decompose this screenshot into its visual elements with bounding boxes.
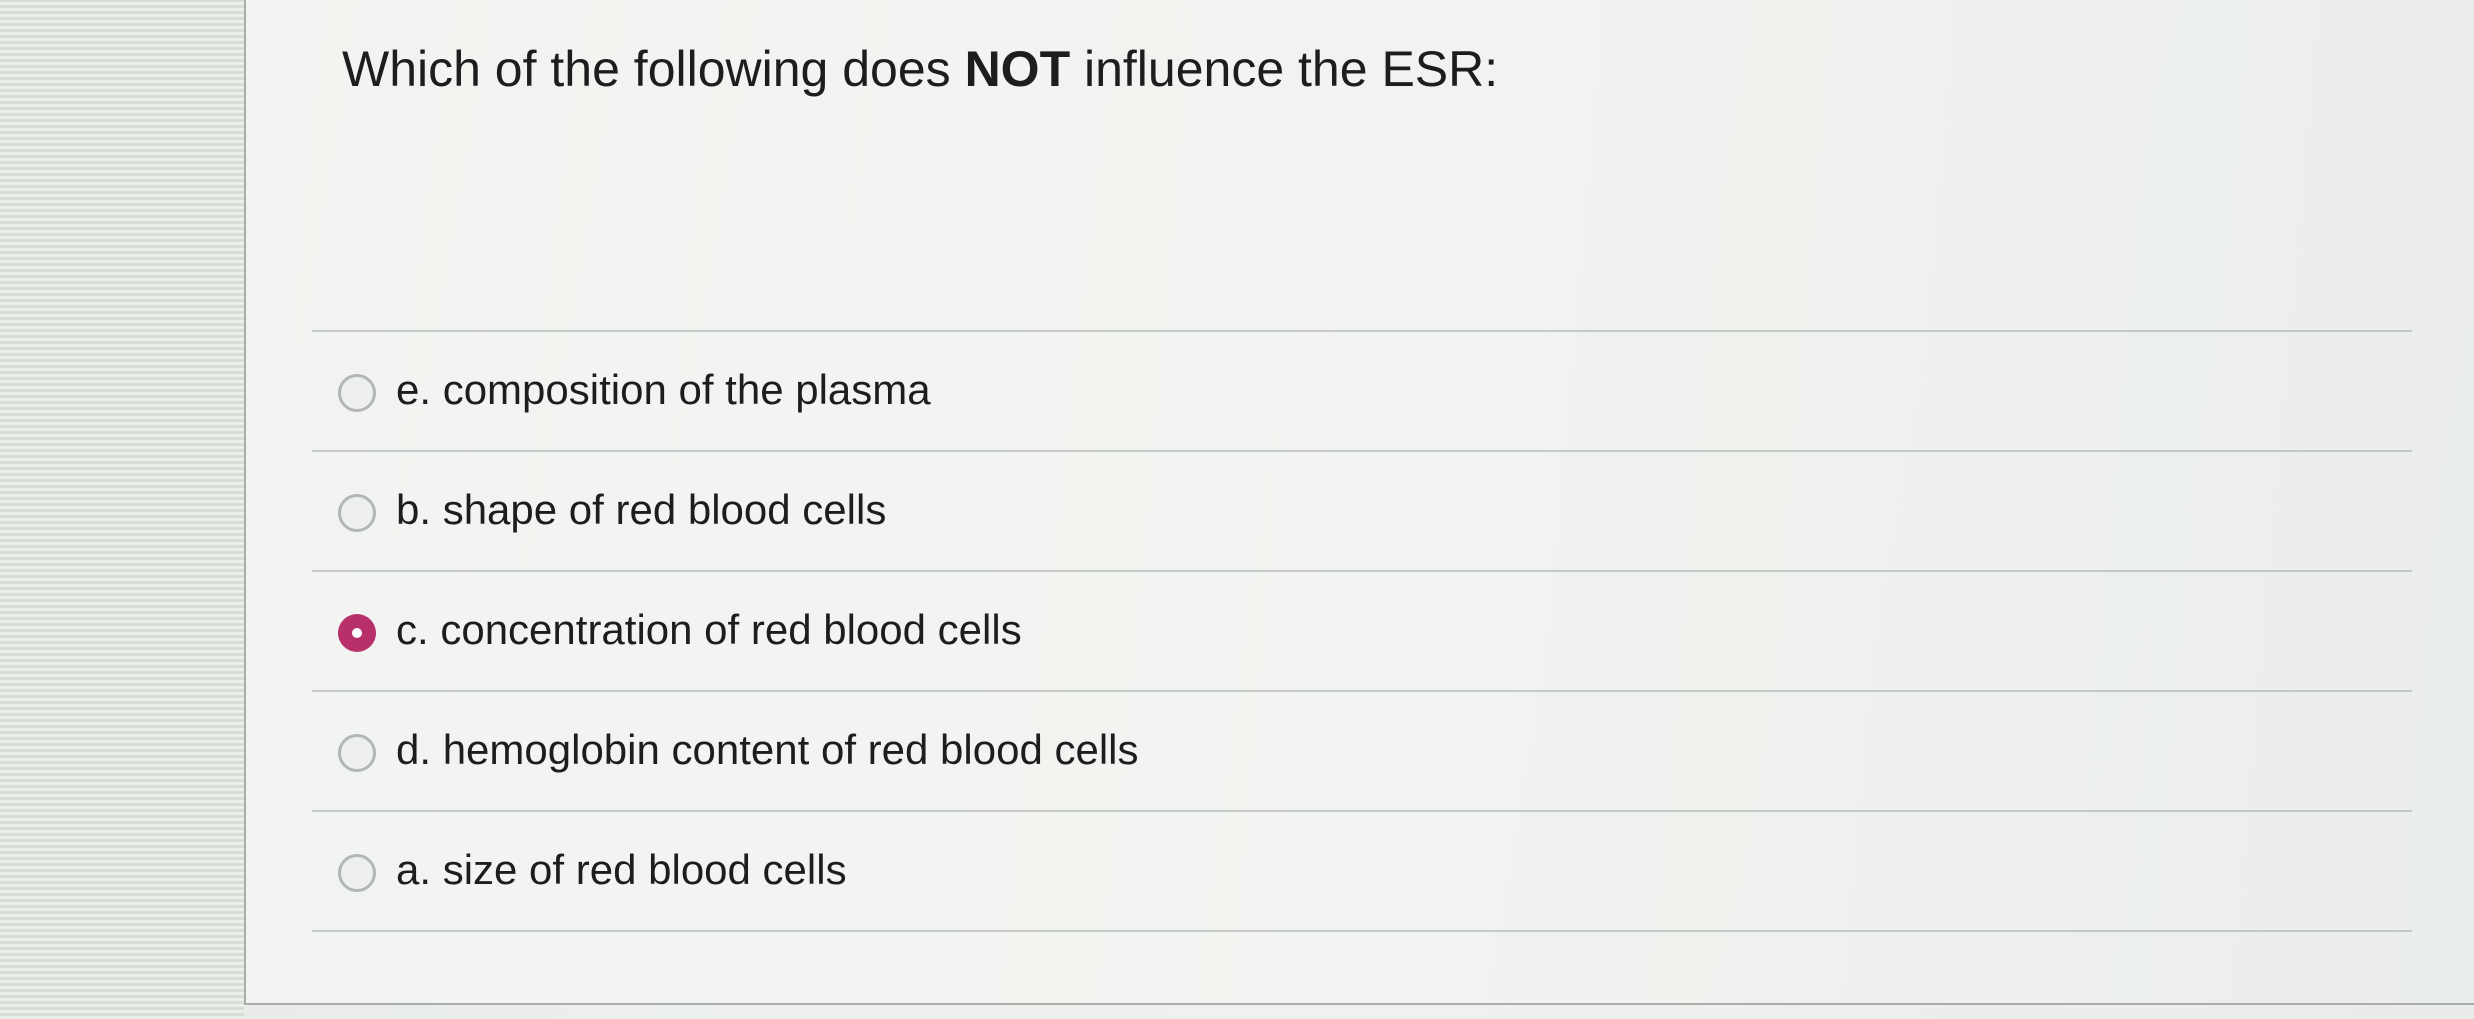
- question-suffix: influence the ESR:: [1070, 41, 1499, 97]
- answer-option-a[interactable]: a. size of red blood cells: [312, 812, 2412, 932]
- radio-icon[interactable]: [338, 854, 376, 892]
- radio-icon[interactable]: [338, 494, 376, 532]
- question-emphasis: NOT: [964, 41, 1071, 97]
- question-panel: Which of the following does NOT influenc…: [244, 0, 2474, 1005]
- question-prefix: Which of the following does: [342, 41, 965, 97]
- answer-label: a. size of red blood cells: [396, 846, 847, 893]
- answer-option-c[interactable]: c. concentration of red blood cells: [312, 572, 2412, 692]
- answer-label: c. concentration of red blood cells: [396, 606, 1022, 653]
- answer-label: d. hemoglobin content of red blood cells: [396, 726, 1139, 773]
- radio-selected-icon[interactable]: [338, 614, 376, 652]
- radio-icon[interactable]: [338, 374, 376, 412]
- answer-label: e. composition of the plasma: [396, 366, 931, 413]
- left-margin: [0, 0, 244, 1019]
- answer-option-d[interactable]: d. hemoglobin content of red blood cells: [312, 692, 2412, 812]
- radio-icon[interactable]: [338, 734, 376, 772]
- answer-option-e[interactable]: e. composition of the plasma: [312, 332, 2412, 452]
- answer-list: e. composition of the plasma b. shape of…: [312, 330, 2412, 932]
- answer-label: b. shape of red blood cells: [396, 486, 887, 533]
- answer-option-b[interactable]: b. shape of red blood cells: [312, 452, 2412, 572]
- question-text: Which of the following does NOT influenc…: [342, 40, 1498, 98]
